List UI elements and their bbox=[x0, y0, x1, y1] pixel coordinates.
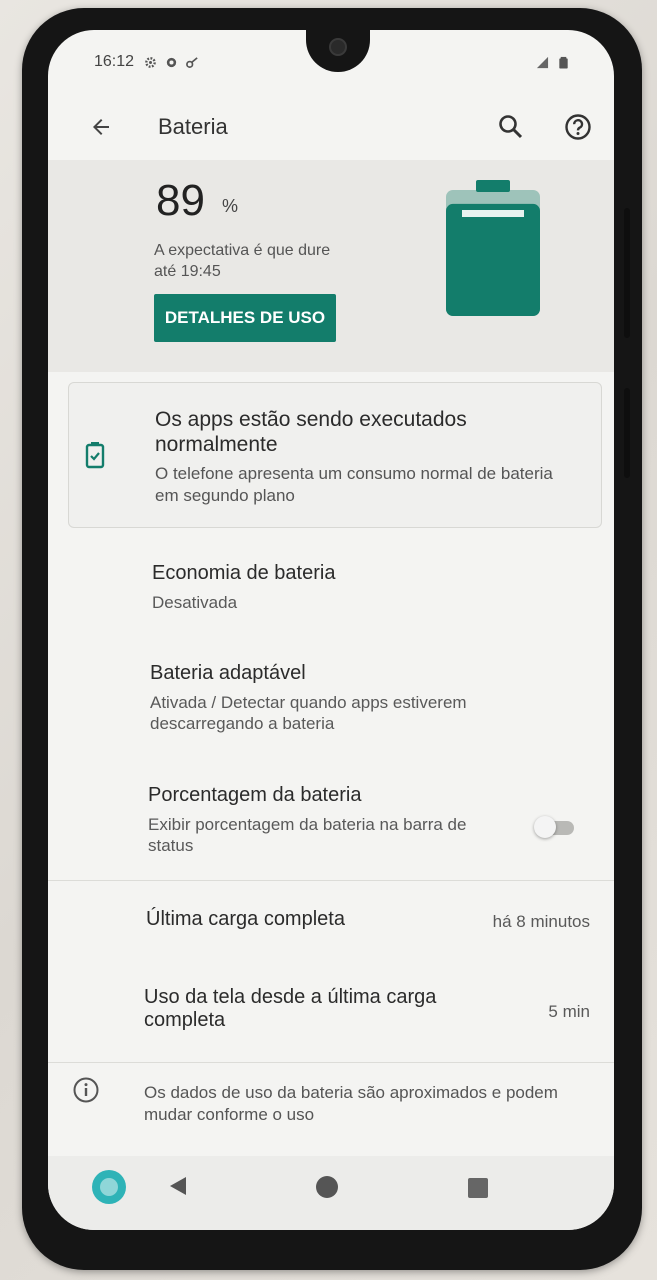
volume-button bbox=[624, 208, 630, 338]
battery-saver-summary: Desativada bbox=[152, 593, 238, 612]
screen-usage-title: Uso da tela desde a última carga complet… bbox=[144, 986, 437, 1031]
last-full-charge-item: Última carga completa há 8 minutos bbox=[48, 888, 614, 958]
page-title: Bateria bbox=[158, 114, 228, 139]
adaptive-battery-summary: Ativada / Detectar quando apps estiverem… bbox=[150, 693, 467, 733]
assistant-button[interactable] bbox=[92, 1170, 126, 1204]
screen-usage-item: Uso da tela desde a última carga complet… bbox=[48, 974, 614, 1064]
battery-tip-card[interactable]: Os apps estão sendo executados normalmen… bbox=[68, 382, 602, 528]
last-full-charge-title: Última carga completa bbox=[146, 908, 345, 930]
battery-estimate: A expectativa é que dure até 19:45 bbox=[154, 240, 394, 282]
nav-home-button[interactable] bbox=[316, 1176, 338, 1198]
help-icon bbox=[565, 114, 591, 140]
battery-saver-title: Economia de bateria bbox=[152, 562, 336, 584]
settings-gear-icon bbox=[144, 56, 157, 69]
sync-icon bbox=[165, 56, 178, 69]
key-icon bbox=[186, 56, 199, 69]
search-button[interactable] bbox=[496, 112, 526, 142]
nav-recents-button[interactable] bbox=[468, 1178, 488, 1198]
battery-percentage-unit: % bbox=[222, 196, 239, 216]
status-time: 16:12 bbox=[94, 53, 135, 70]
battery-level-fill bbox=[446, 203, 540, 316]
signal-icon bbox=[536, 56, 549, 69]
screen-usage-value: 5 min bbox=[548, 1002, 590, 1021]
adaptive-battery-item[interactable]: Bateria adaptável Ativada / Detectar qua… bbox=[48, 648, 614, 758]
divider bbox=[48, 880, 614, 881]
battery-check-icon bbox=[85, 442, 105, 469]
navigation-bar bbox=[48, 1156, 614, 1230]
battery-estimate-line1: A expectativa é que dure bbox=[154, 242, 331, 259]
tip-subtitle: O telefone apresenta um consumo normal d… bbox=[155, 464, 553, 505]
battery-estimate-line2: até 19:45 bbox=[154, 263, 221, 280]
battery-percentage-title: Porcentagem da bateria bbox=[148, 784, 362, 806]
last-full-charge-value: há 8 minutos bbox=[492, 912, 590, 931]
power-button bbox=[624, 388, 630, 478]
nav-back-icon[interactable] bbox=[166, 1174, 190, 1198]
usage-disclaimer: Os dados de uso da bateria são aproximad… bbox=[144, 1083, 558, 1124]
divider bbox=[48, 1062, 614, 1063]
back-button[interactable] bbox=[86, 112, 116, 142]
battery-icon bbox=[446, 180, 540, 316]
battery-percentage: 89 bbox=[156, 176, 205, 225]
battery-saver-item[interactable]: Economia de bateria Desativada bbox=[48, 550, 614, 642]
arrow-back-icon bbox=[93, 119, 109, 135]
battery-percentage-item[interactable]: Porcentagem da bateria Exibir porcentage… bbox=[48, 770, 614, 870]
screen: 16:12 Bateria 89 % A expectativa é que d… bbox=[48, 30, 614, 1230]
battery-percentage-toggle[interactable] bbox=[534, 816, 576, 838]
battery-status-icon bbox=[557, 56, 570, 69]
adaptive-battery-title: Bateria adaptável bbox=[150, 662, 306, 684]
app-bar: Bateria bbox=[48, 94, 614, 160]
search-icon bbox=[499, 115, 523, 139]
battery-percentage-summary: Exibir porcentagem da bateria na barra d… bbox=[148, 815, 467, 855]
battery-header: 89 % A expectativa é que dure até 19:45 … bbox=[48, 160, 614, 372]
help-button[interactable] bbox=[563, 112, 593, 142]
tip-title: Os apps estão sendo executados normalmen… bbox=[155, 408, 467, 456]
info-icon bbox=[73, 1077, 99, 1103]
usage-details-button[interactable]: DETALHES DE USO bbox=[154, 294, 336, 342]
